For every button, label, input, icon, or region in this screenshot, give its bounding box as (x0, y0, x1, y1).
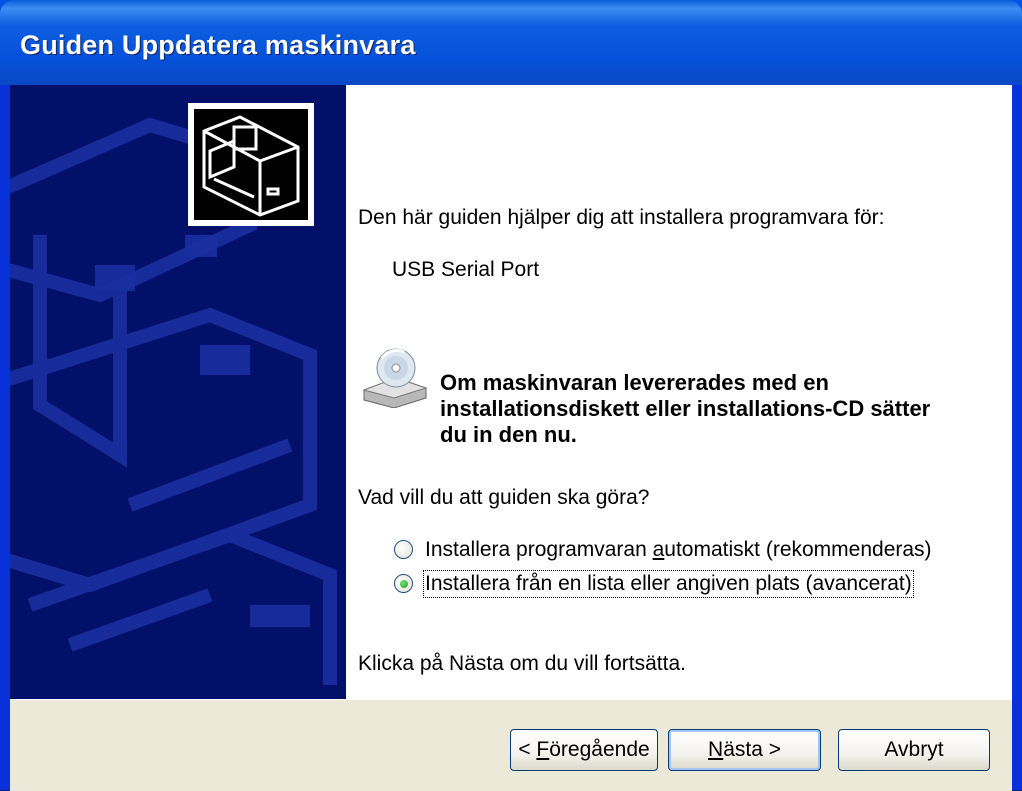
wizard-side-banner (10, 85, 346, 699)
next-button[interactable]: Nästa > (668, 729, 821, 771)
option-automatic[interactable]: Installera programvaran automatiskt (rek… (394, 538, 954, 562)
cd-drive-icon (360, 348, 430, 409)
hardware-box-icon (188, 103, 314, 226)
option-from-list-label: Installera från en lista eller angiven p… (423, 570, 914, 598)
wizard-content: Den här guiden hjälper dig att installer… (346, 85, 1012, 699)
footer-hint: Klicka på Nästa om du vill fortsätta. (358, 652, 686, 675)
radio-automatic[interactable] (394, 540, 413, 559)
window-frame-left (0, 85, 10, 790)
cd-prompt-line3: du in den nu. (440, 422, 577, 447)
cancel-button[interactable]: Avbryt (838, 729, 990, 771)
radio-from-list[interactable] (394, 574, 413, 593)
window-title: Guiden Uppdatera maskinvara (20, 30, 416, 60)
cd-prompt-line1: Om maskinvaran levererades med en (440, 370, 829, 395)
option-automatic-label: Installera programvaran automatiskt (rek… (425, 538, 932, 561)
question-text: Vad vill du att guiden ska göra? (358, 486, 650, 509)
wizard-window: Guiden Uppdatera maskinvara Den här guid… (0, 0, 1022, 791)
title-bar[interactable]: Guiden Uppdatera maskinvara (0, 0, 1022, 85)
window-frame-right (1012, 85, 1022, 790)
device-name: USB Serial Port (392, 258, 540, 281)
intro-text: Den här guiden hjälper dig att installer… (358, 206, 885, 229)
button-bar: < Föregående Nästa > Avbryt (10, 699, 1012, 791)
back-button[interactable]: < Föregående (510, 729, 658, 771)
option-from-list[interactable]: Installera från en lista eller angiven p… (394, 570, 954, 598)
cd-prompt-line2: installationsdiskett eller installations… (440, 396, 931, 421)
